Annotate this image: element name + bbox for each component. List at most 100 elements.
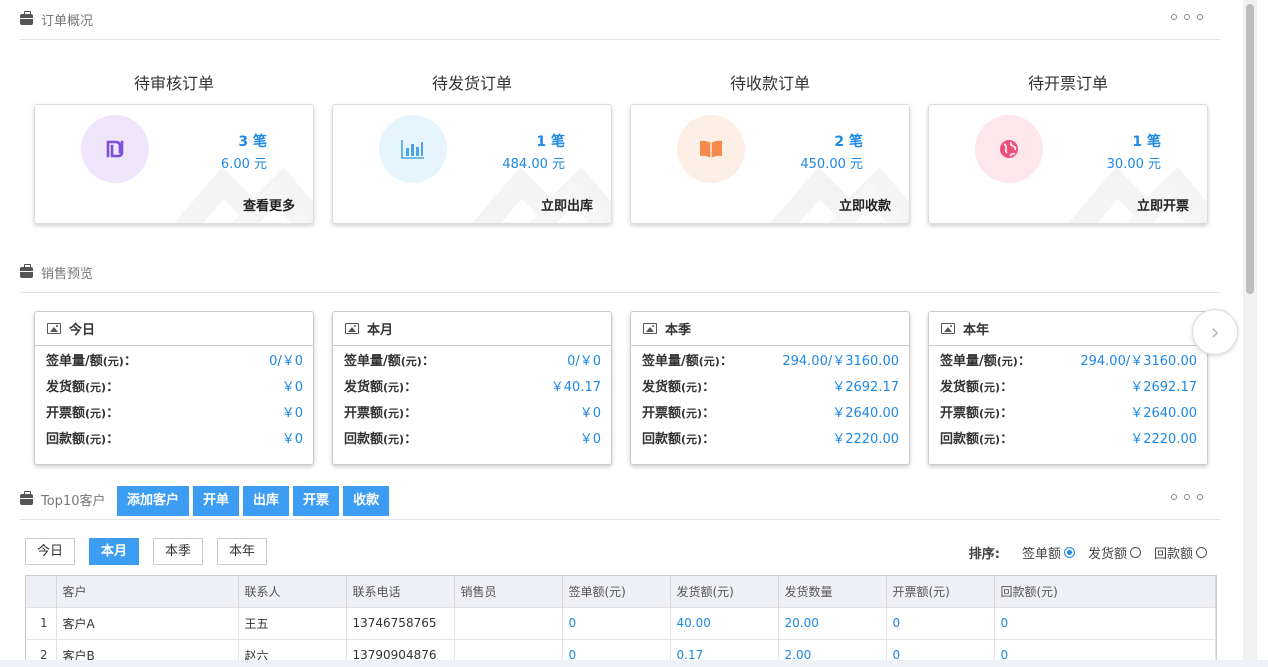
sales-row-label: 回款额(元)： <box>642 431 716 447</box>
table-column-header[interactable]: 发货额(元) <box>670 576 779 607</box>
quick-action-buttons: 添加客户 开单 出库 开票 收款 <box>117 486 390 516</box>
bar-chart-icon <box>379 115 447 183</box>
outbound-button[interactable]: 出库 <box>243 486 290 516</box>
table-column-header[interactable]: 联系人 <box>238 576 347 607</box>
order-action-link[interactable]: 立即开票 <box>1137 195 1189 214</box>
sales-row-label: 发货额(元)： <box>46 379 120 395</box>
table-column-header[interactable]: 客户 <box>56 576 239 607</box>
order-action-link[interactable]: 立即收款 <box>839 195 891 214</box>
section-title: 订单概况 <box>41 14 94 29</box>
table-column-header[interactable]: 签单额(元) <box>562 576 671 607</box>
sales-card-title: 本月 <box>367 323 394 338</box>
section-title: Top10客户 <box>41 494 106 509</box>
sort-payment-amount-radio[interactable]: 回款额 <box>1154 543 1207 562</box>
sales-row-ship: 发货额(元)： ￥2692.17 <box>929 372 1207 398</box>
sales-row-invoice: 开票额(元)： ￥0 <box>333 398 611 424</box>
table-column-header[interactable] <box>26 576 57 607</box>
order-status-card[interactable]: 1 笔 30.00 元 立即开票 <box>928 104 1208 224</box>
sales-card-header: 今日 <box>35 312 313 346</box>
order-amount: 484.00 元 <box>502 157 565 172</box>
table-cell <box>454 606 563 639</box>
add-customer-button[interactable]: 添加客户 <box>117 486 190 516</box>
radio-label: 回款额 <box>1153 547 1193 562</box>
collect-payment-button[interactable]: 收款 <box>343 486 390 516</box>
sales-row-ship: 发货额(元)： ￥2692.17 <box>631 372 909 398</box>
order-count: 3 笔 <box>238 134 267 150</box>
sales-row-value: ￥2220.00 <box>1130 431 1197 447</box>
period-tabs: 今日 本月 本季 本年 <box>25 538 268 565</box>
sales-row-value: ￥0 <box>579 431 601 447</box>
table-column-header[interactable]: 联系电话 <box>346 576 455 607</box>
sales-row-value: ￥0 <box>281 405 303 421</box>
order-status-card[interactable]: 1 笔 484.00 元 立即出库 <box>332 104 612 224</box>
table-cell: 0 <box>994 606 1216 639</box>
more-options-icon[interactable] <box>1171 494 1203 500</box>
sales-row-label: 签单量/额(元)： <box>344 353 435 369</box>
sales-row-label: 开票额(元)： <box>46 405 120 421</box>
order-count: 2 笔 <box>834 134 863 150</box>
table-column-header[interactable]: 销售员 <box>454 576 563 607</box>
table-column-header[interactable]: 回款额(元) <box>994 576 1216 607</box>
sales-row-invoice: 开票额(元)： ￥2640.00 <box>929 398 1207 424</box>
sales-row-invoice: 开票额(元)： ￥0 <box>35 398 313 424</box>
order-status-title: 待开票订单 <box>1027 74 1108 93</box>
radio-label: 签单额 <box>1021 547 1061 562</box>
more-options-icon[interactable] <box>1171 14 1203 20</box>
sales-preview-header: 销售预览 <box>20 253 1221 293</box>
sales-row-label: 开票额(元)： <box>642 405 716 421</box>
sales-row-label: 发货额(元)： <box>940 379 1014 395</box>
table-cell: 0 <box>562 606 671 639</box>
sales-row-label: 发货额(元)： <box>344 379 418 395</box>
sales-row-label: 签单量/额(元)： <box>940 353 1031 369</box>
carousel-next-button[interactable]: › <box>1192 309 1238 355</box>
order-status-card[interactable]: 3 笔 6.00 元 查看更多 <box>34 104 314 224</box>
sales-row-sign: 签单量/额(元)： 0/￥0 <box>333 346 611 372</box>
invoice-button[interactable]: 开票 <box>293 486 340 516</box>
sales-row-payment: 回款额(元)： ￥0 <box>35 424 313 450</box>
sales-period-card: 本季 签单量/额(元)： 294.00/￥3160.00 发货额(元)： ￥26… <box>630 311 910 465</box>
sales-row-value: 0/￥0 <box>567 353 601 369</box>
globe-icon <box>975 115 1043 183</box>
order-action-link[interactable]: 立即出库 <box>541 195 593 214</box>
table-cell: 客户A <box>56 606 239 639</box>
order-status-column: 待发货订单 1 笔 484.00 元 立即出库 <box>332 64 612 224</box>
tab-today[interactable]: 今日 <box>25 538 76 565</box>
table-cell: 20.00 <box>778 606 887 639</box>
briefcase-icon <box>20 491 33 505</box>
sales-row-sign: 签单量/额(元)： 294.00/￥3160.00 <box>929 346 1207 372</box>
sales-row-value: ￥40.17 <box>550 379 601 395</box>
briefcase-icon <box>20 11 33 25</box>
table-column-header[interactable]: 开票额(元) <box>886 576 995 607</box>
sales-row-label: 发货额(元)： <box>642 379 716 395</box>
radio-empty-icon <box>1196 547 1207 558</box>
tab-quarter[interactable]: 本季 <box>153 538 204 565</box>
order-status-card[interactable]: 2 笔 450.00 元 立即收款 <box>630 104 910 224</box>
vertical-scrollbar[interactable] <box>1243 0 1257 667</box>
sales-period-card: 本月 签单量/额(元)： 0/￥0 发货额(元)： ￥40.17 开票额(元)：… <box>332 311 612 465</box>
order-action-link[interactable]: 查看更多 <box>243 195 295 214</box>
sales-row-payment: 回款额(元)： ￥2220.00 <box>631 424 909 450</box>
tab-year[interactable]: 本年 <box>217 538 268 565</box>
sales-row-value: 0/￥0 <box>269 353 303 369</box>
sales-row-value: ￥0 <box>281 431 303 447</box>
sales-card-title: 今日 <box>69 323 96 338</box>
sort-ship-amount-radio[interactable]: 发货额 <box>1088 543 1141 562</box>
sales-row-value: ￥2220.00 <box>832 431 899 447</box>
order-amount: 30.00 元 <box>1106 157 1161 172</box>
table-header-row: 客户 联系人 联系电话 销售员 签单额(元) 发货额(元) 发货数量 开票额(元) 回款额(元) <box>26 576 1216 607</box>
table-cell: 13746758765 <box>346 606 455 639</box>
table-column-header[interactable]: 发货数量 <box>778 576 887 607</box>
create-order-button[interactable]: 开单 <box>193 486 240 516</box>
sales-row-ship: 发货额(元)： ￥0 <box>35 372 313 398</box>
sales-card-header: 本季 <box>631 312 909 346</box>
order-amount: 450.00 元 <box>800 157 863 172</box>
image-icon <box>941 323 955 334</box>
scrollbar-thumb[interactable] <box>1246 4 1254 294</box>
sales-row-value: ￥2692.17 <box>832 379 899 395</box>
table-row[interactable]: 1 客户A 王五 13746758765 0 40.00 20.00 0 0 <box>26 606 1216 639</box>
tab-month[interactable]: 本月 <box>89 538 140 565</box>
sort-sign-amount-radio[interactable]: 签单额 <box>1022 543 1075 562</box>
sales-period-card: 本年 签单量/额(元)： 294.00/￥3160.00 发货额(元)： ￥26… <box>928 311 1208 465</box>
table-cell: 1 <box>26 606 57 639</box>
sales-row-label: 签单量/额(元)： <box>642 353 733 369</box>
